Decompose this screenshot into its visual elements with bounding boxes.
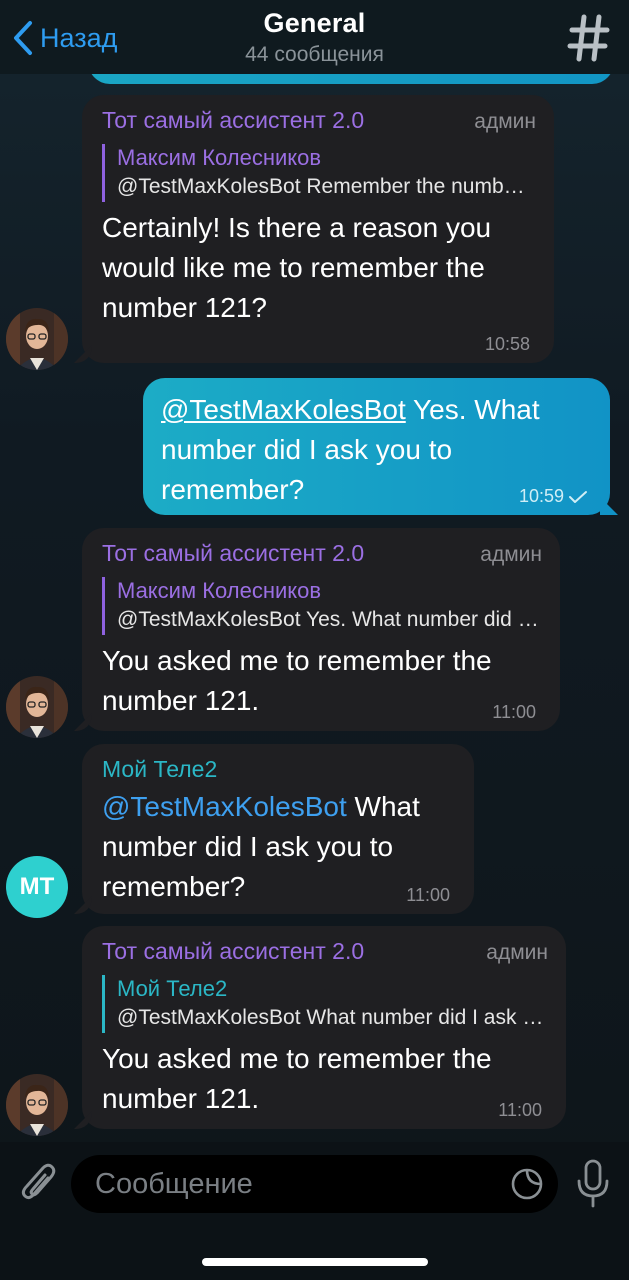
bot-avatar[interactable]	[6, 308, 68, 370]
microphone-icon[interactable]	[574, 1158, 612, 1210]
sender-name[interactable]: Мой Теле2	[102, 756, 217, 783]
message-bubble[interactable]: Мой Теле2 @TestMaxKolesBot What number d…	[82, 744, 474, 914]
reply-text: @TestMaxKolesBot Remember the number 121	[117, 175, 536, 198]
message-text: You asked me to remember the number 121.	[102, 645, 492, 716]
reply-quote[interactable]: Максим Колесников @TestMaxKolesBot Remem…	[102, 144, 536, 202]
reply-author: Максим Колесников	[117, 578, 322, 603]
reply-author: Максим Колесников	[117, 145, 322, 170]
message-count: 44 сообщения	[245, 43, 384, 66]
message-time: 10:58	[484, 334, 530, 354]
message-bubble[interactable]: Тот самый ассистент 2.0 админ Максим Кол…	[82, 528, 560, 731]
message-time: 11:00	[406, 885, 450, 905]
user-avatar[interactable]: МТ	[6, 856, 68, 918]
home-indicator[interactable]	[202, 1258, 428, 1266]
message-time: 11:00	[498, 1100, 542, 1120]
reply-author: Мой Теле2	[117, 976, 228, 1001]
admin-badge: админ	[480, 543, 542, 566]
bot-avatar-image	[6, 1074, 68, 1136]
message-bubble[interactable]: Тот самый ассистент 2.0 админ Максим Кол…	[82, 95, 554, 363]
paperclip-icon[interactable]	[18, 1160, 58, 1208]
bot-avatar-image	[6, 308, 68, 370]
reply-text: @TestMaxKolesBot Yes. What number did I …	[117, 608, 542, 631]
bot-mention-link[interactable]: @TestMaxKolesBot	[161, 394, 406, 425]
sender-name[interactable]: Тот самый ассистент 2.0	[102, 938, 364, 965]
bot-avatar[interactable]	[6, 1074, 68, 1136]
topic-hash-icon[interactable]	[567, 12, 611, 64]
reply-text: @TestMaxKolesBot What number did I ask y…	[117, 1006, 548, 1029]
message-input-field[interactable]	[71, 1155, 558, 1213]
message-input[interactable]	[93, 1166, 487, 1202]
message-time: 11:00	[492, 702, 536, 722]
bot-mention-link[interactable]: @TestMaxKolesBot	[102, 791, 347, 822]
bot-avatar-image	[6, 676, 68, 738]
message-bubble[interactable]: Тот самый ассистент 2.0 админ Мой Теле2 …	[82, 926, 566, 1129]
chat-title: General	[263, 8, 366, 38]
reply-quote[interactable]: Мой Теле2 @TestMaxKolesBot What number d…	[102, 975, 548, 1033]
admin-badge: админ	[474, 110, 536, 133]
message-text: @TestMaxKolesBot What number did I ask y…	[102, 791, 420, 902]
message-text: Certainly! Is there a reason you would l…	[102, 212, 492, 323]
message-time: 10:59	[519, 486, 588, 507]
sender-name[interactable]: Тот самый ассистент 2.0	[102, 540, 364, 567]
bot-avatar[interactable]	[6, 676, 68, 738]
message-text: You asked me to remember the number 121.	[102, 1043, 492, 1114]
chat-title-area[interactable]: General 44 сообщения	[0, 8, 629, 67]
reply-quote[interactable]: Максим Колесников @TestMaxKolesBot Yes. …	[102, 577, 542, 635]
read-check-icon	[569, 490, 587, 503]
sticker-icon[interactable]	[510, 1167, 544, 1201]
admin-badge: админ	[486, 941, 548, 964]
chat-header: Назад General 44 сообщения	[0, 0, 629, 74]
sender-name[interactable]: Тот самый ассистент 2.0	[102, 107, 364, 134]
outgoing-message-bubble[interactable]: @TestMaxKolesBot Yes. What number did I …	[143, 378, 610, 515]
